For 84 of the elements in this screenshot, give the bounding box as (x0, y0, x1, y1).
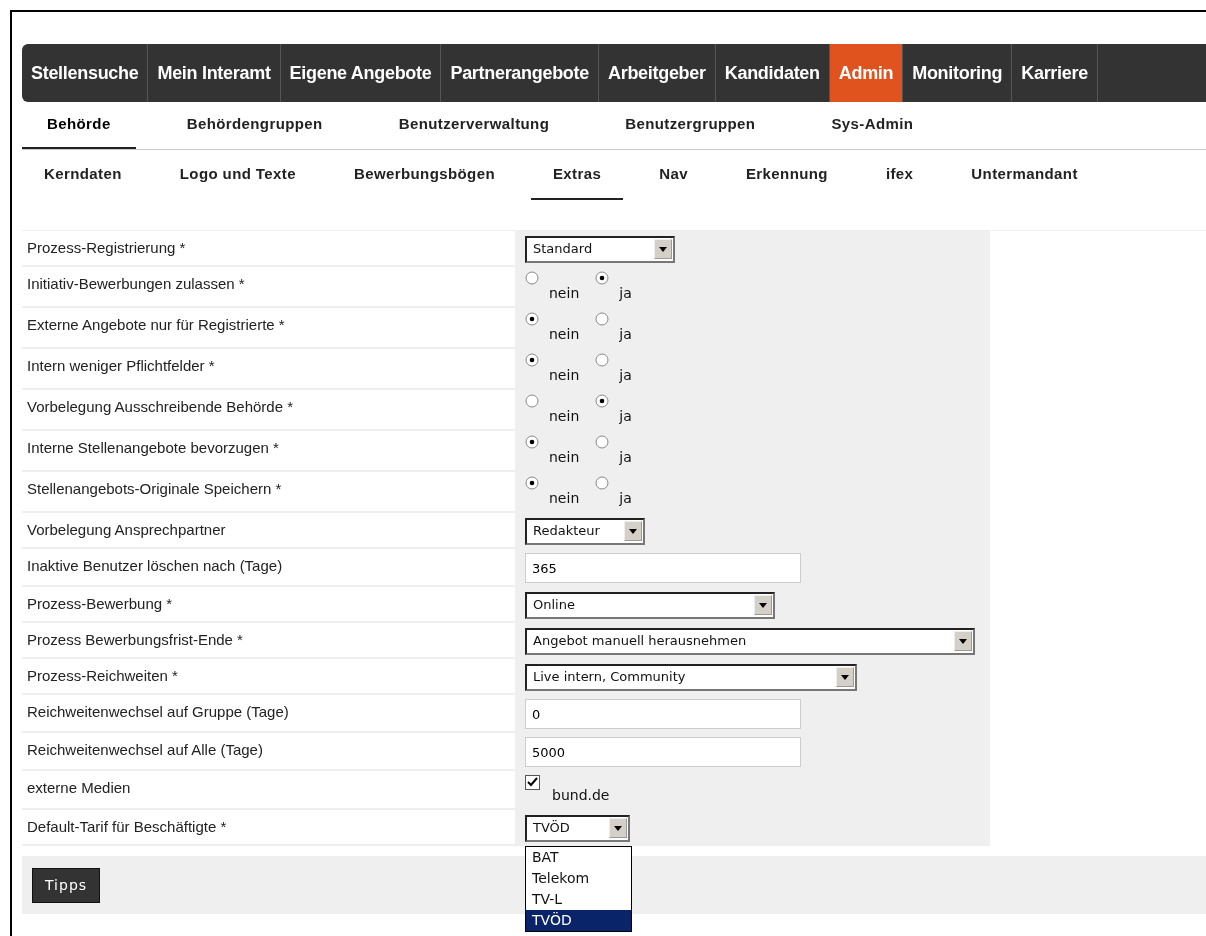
radio-button[interactable] (595, 271, 610, 285)
menu-tab[interactable]: Admin (829, 44, 904, 102)
field-label: Vorbelegung Ausschreibende Behörde * (22, 390, 515, 431)
field-label: Default-Tarif für Beschäftigte * (22, 810, 515, 846)
menu-tab[interactable]: Eigene Angebote (280, 44, 442, 102)
dropdown-arrow-icon (759, 602, 767, 608)
subnav-tab[interactable]: Sys-Admin (806, 102, 939, 149)
field-label: Interne Stellenangebote bevorzugen * (22, 431, 515, 472)
dropdown-arrow-icon (659, 246, 667, 252)
section-tab[interactable]: Extras (530, 150, 624, 200)
radio-label: ja (619, 448, 632, 467)
menu-tab[interactable]: Monitoring (903, 44, 1013, 102)
field-label: Vorbelegung Ansprechpartner (22, 513, 515, 549)
subnav-tab[interactable]: Benutzergruppen (600, 102, 781, 149)
field-label: Prozess-Bewerbung * (22, 587, 515, 623)
radio-button[interactable] (595, 353, 610, 367)
field-label: Stellenangebots-Originale Speichern * (22, 472, 515, 513)
dropdown-option[interactable]: TVÖD (526, 910, 631, 931)
menu-tab[interactable]: Mein Interamt (148, 44, 281, 102)
field-label: Externe Angebote nur für Registrierte * (22, 308, 515, 349)
section-tab[interactable]: ifex (863, 150, 936, 200)
section-tab[interactable]: Untermandant (949, 150, 1100, 200)
menu-tab[interactable]: Stellensuche (22, 44, 149, 102)
dropdown-arrow-icon (629, 528, 637, 534)
section-tab[interactable]: Bewerbungsbögen (331, 150, 517, 200)
dropdown[interactable]: Redakteur (525, 517, 645, 545)
dropdown-arrow-icon (959, 638, 967, 644)
field-label: Prozess-Reichweiten * (22, 659, 515, 695)
radio-label: nein (549, 366, 580, 385)
dropdown-arrow-icon (841, 674, 849, 680)
dropdown-option[interactable]: Telekom (526, 868, 631, 889)
subnav-tab[interactable]: Behördengruppen (161, 102, 348, 149)
dropdown[interactable]: Angebot manuell herausnehmen (525, 627, 975, 655)
radio-button[interactable] (595, 435, 610, 449)
checkbox[interactable] (525, 775, 540, 790)
menu-tab[interactable]: Arbeitgeber (599, 44, 716, 102)
dropdown[interactable]: Live intern, Community (525, 663, 857, 691)
field-label: Reichweitenwechsel auf Alle (Tage) (22, 733, 515, 771)
radio-button[interactable] (525, 271, 539, 285)
radio-button[interactable] (595, 312, 610, 326)
radio-label: ja (619, 366, 632, 385)
dropdown[interactable]: TVÖD (525, 814, 630, 842)
section-tab[interactable]: Kerndaten (22, 150, 144, 200)
field-label: Initiativ-Bewerbungen zulassen * (22, 267, 515, 308)
menu-tab[interactable]: Karriere (1012, 44, 1098, 102)
dropdown[interactable]: Standard (525, 235, 675, 263)
field-label: Inaktive Benutzer löschen nach (Tage) (22, 549, 515, 587)
radio-label: ja (619, 325, 632, 344)
radio-label: nein (549, 448, 580, 467)
radio-label: nein (549, 325, 580, 344)
input-field[interactable]: 5000 (525, 737, 801, 767)
radio-label: ja (619, 407, 632, 426)
radio-button[interactable] (525, 476, 539, 490)
radio-label: nein (549, 489, 580, 508)
subnav-tab[interactable]: Behörde (22, 102, 136, 149)
radio-button[interactable] (595, 394, 610, 408)
radio-button[interactable] (525, 394, 539, 408)
radio-label: ja (619, 489, 632, 508)
subnav-tab[interactable]: Benutzerverwaltung (373, 102, 575, 149)
radio-button[interactable] (595, 476, 610, 490)
input-field[interactable]: 0 (525, 699, 801, 729)
radio-label: nein (549, 284, 580, 303)
dropdown-option[interactable]: BAT (526, 847, 631, 868)
input-field[interactable]: 365 (525, 553, 801, 583)
menu-tab[interactable]: Partnerangebote (441, 44, 599, 102)
field-label: externe Medien (22, 771, 515, 810)
radio-label: ja (619, 284, 632, 303)
radio-button[interactable] (525, 353, 539, 367)
menu-tab[interactable]: Kandidaten (715, 44, 830, 102)
field-label: Intern weniger Pflichtfelder * (22, 349, 515, 390)
radio-button[interactable] (525, 435, 539, 449)
dropdown-arrow-icon (614, 825, 622, 831)
section-tab[interactable]: Logo und Texte (157, 150, 318, 200)
dropdown-option[interactable]: TV-L (526, 889, 631, 910)
section-tab[interactable]: Nav (637, 150, 710, 200)
field-label: Prozess Bewerbungsfrist-Ende * (22, 623, 515, 659)
radio-label: nein (549, 407, 580, 426)
field-label: Reichweitenwechsel auf Gruppe (Tage) (22, 695, 515, 733)
section-tab[interactable]: Erkennung (723, 150, 850, 200)
dropdown[interactable]: Online (525, 591, 775, 619)
radio-button[interactable] (525, 312, 539, 326)
field-label: Prozess-Registrierung * (22, 231, 515, 267)
checkbox-label: bund.de (552, 786, 610, 805)
tips-button[interactable]: Tipps (32, 867, 101, 903)
